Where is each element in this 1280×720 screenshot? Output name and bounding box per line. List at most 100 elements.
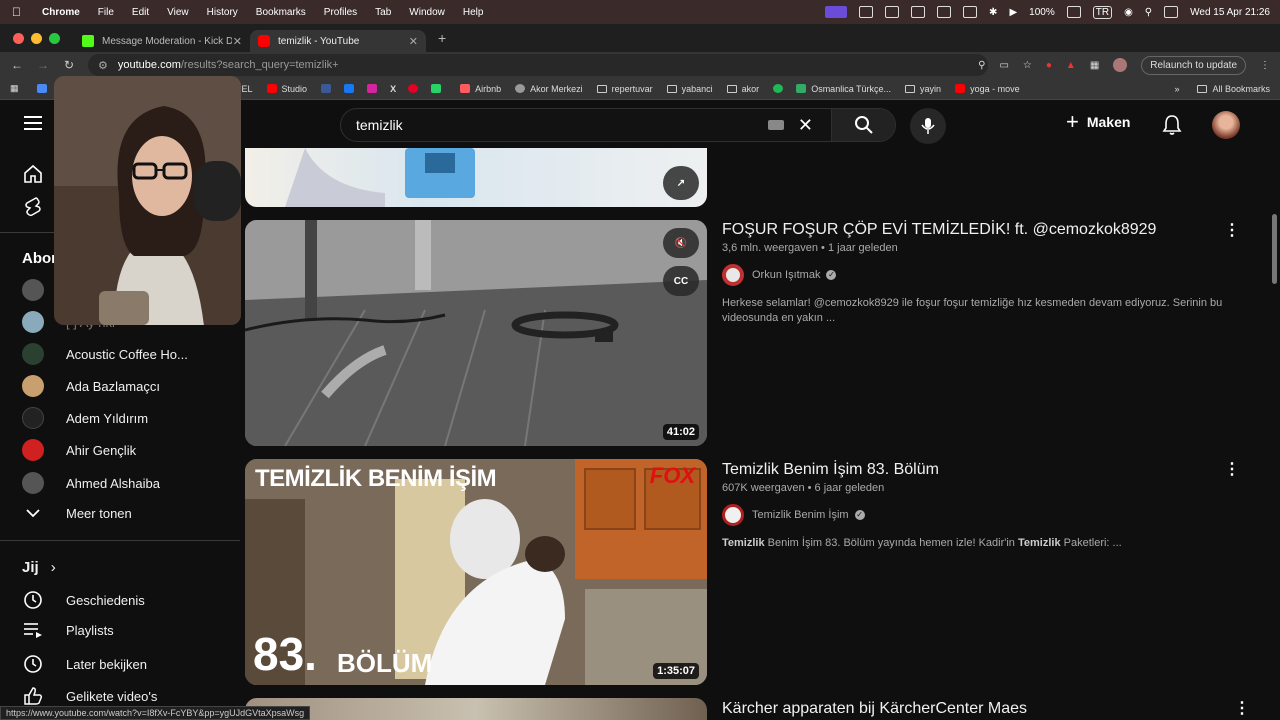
close-window-button[interactable] (13, 32, 24, 44)
sidebar-item-playlists[interactable]: Playlists (22, 622, 114, 638)
screen-share-icon[interactable] (825, 6, 848, 18)
more-actions-icon[interactable]: ⋮ (1234, 698, 1250, 718)
bookmark-instagram[interactable] (367, 84, 382, 93)
you-heading[interactable]: Jij › (22, 559, 56, 576)
scrollbar[interactable] (1272, 214, 1277, 284)
sidebar-item-acoustic-coffee[interactable]: Acoustic Coffee Ho... (22, 343, 188, 365)
video-title[interactable]: Kärcher apparaten bij KärcherCenter Maes (722, 700, 1027, 718)
menu-bookmarks[interactable]: Bookmarks (256, 7, 306, 18)
bookmark-folder-yabanci[interactable]: yabanci (666, 84, 713, 94)
keyboard-icon[interactable] (767, 120, 784, 130)
video-thumbnail[interactable] (245, 698, 707, 720)
create-button[interactable]: + Maken (1066, 111, 1130, 133)
grid-icon[interactable] (963, 6, 978, 18)
bookmark-yoga-move[interactable]: yoga - move (955, 84, 1020, 94)
bookmark-osmanlica[interactable]: Osmanlica Türkçe... (796, 84, 891, 94)
bookmark-airbnb[interactable]: Airbnb (460, 84, 501, 94)
video-thumbnail[interactable]: TEMİZLİK BENİM İŞİM FOX 83. BÖLÜM 1:35:0… (245, 459, 707, 685)
clock[interactable]: Wed 15 Apr 21:26 (1190, 7, 1270, 18)
shorts-icon[interactable] (22, 196, 44, 218)
tab-kick[interactable]: Message Moderation - Kick D ✕ (74, 30, 250, 52)
close-tab-icon[interactable]: ✕ (409, 35, 418, 48)
search-input[interactable]: temizlik (356, 117, 768, 133)
sidebar-item-adem-yildirim[interactable]: Adem Yıldırım (22, 407, 148, 429)
close-tab-icon[interactable]: ✕ (233, 35, 242, 48)
bookmark-x[interactable]: X (390, 84, 396, 94)
bookmark-studio[interactable]: Studio (266, 84, 307, 94)
extensions-puzzle-icon[interactable]: ▦ (1090, 60, 1099, 71)
apple-icon[interactable]:  (12, 5, 28, 19)
notifications-button[interactable] (1162, 114, 1182, 141)
bookmark-star-icon[interactable]: ☆ (1023, 60, 1032, 71)
chrome-menu-icon[interactable]: ⋮ (1260, 60, 1270, 71)
bookmark-pinterest[interactable] (408, 84, 423, 93)
profile-icon[interactable] (1113, 58, 1128, 72)
minimize-window-button[interactable] (31, 32, 42, 44)
bookmark-spotify[interactable] (773, 84, 788, 93)
tab-youtube[interactable]: temizlik - YouTube ✕ (250, 30, 426, 52)
home-icon[interactable] (22, 164, 44, 184)
clear-search-icon[interactable]: ✕ (798, 115, 813, 136)
cast-icon[interactable]: ▭ (999, 60, 1008, 71)
sidebar-item-ahir-genclik[interactable]: Ahir Gençlik (22, 439, 136, 461)
menu-help[interactable]: Help (463, 7, 484, 18)
search-button[interactable] (831, 109, 895, 141)
back-icon[interactable]: ← (4, 58, 30, 72)
zoom-window-button[interactable] (49, 32, 60, 44)
bookmark-icon[interactable] (36, 84, 52, 93)
cloud-icon[interactable] (859, 6, 874, 18)
play-icon[interactable]: ▶ (1009, 7, 1017, 18)
menu-view[interactable]: View (167, 7, 189, 18)
menu-edit[interactable]: Edit (132, 7, 149, 18)
sidebar-item-ahmed-alshaiba[interactable]: Ahmed Alshaiba (22, 472, 160, 494)
video-thumbnail[interactable]: 🔇 CC 41:02 (245, 220, 707, 446)
sidebar-item-liked[interactable]: Gelikete video's (22, 686, 157, 706)
reload-icon[interactable]: ↻ (56, 58, 82, 72)
more-actions-icon[interactable]: ⋮ (1224, 220, 1240, 240)
mute-icon[interactable]: 🔇 (663, 228, 699, 258)
control-center-icon[interactable] (1164, 6, 1179, 18)
relaunch-button[interactable]: Relaunch to update (1141, 55, 1246, 75)
captions-button[interactable]: CC (663, 266, 699, 296)
sidebar-item-history[interactable]: Geschiedenis (22, 590, 145, 610)
battery-icon[interactable] (1066, 6, 1081, 18)
sidebar-item-ada-bazlamacci[interactable]: Ada Bazlamaçcı (22, 375, 160, 397)
menu-chrome[interactable]: Chrome (42, 7, 80, 18)
more-bookmarks-icon[interactable]: » (1174, 84, 1179, 94)
bookmark-folder-repertuvar[interactable]: repertuvar (596, 84, 653, 94)
extension-red-icon[interactable]: ▲ (1066, 60, 1076, 71)
bookmark-green[interactable] (431, 84, 446, 93)
bookmark-folder-yayin[interactable]: yayin (905, 84, 941, 94)
apps-icon[interactable]: ▦ (10, 83, 19, 94)
channel-link[interactable]: Orkun Işıtmak ✓ (722, 264, 837, 286)
new-tab-icon[interactable]: + (438, 30, 446, 46)
menu-icon[interactable] (24, 116, 42, 134)
video-title[interactable]: Temizlik Benim İşim 83. Bölüm (722, 461, 939, 479)
show-more-button[interactable]: Meer tonen (22, 506, 132, 521)
menu-tab[interactable]: Tab (375, 7, 391, 18)
account-avatar[interactable] (1212, 111, 1240, 139)
bookmark-akor-merkezi[interactable]: Akor Merkezi (515, 84, 583, 94)
notion-icon[interactable] (911, 6, 926, 18)
menu-file[interactable]: File (98, 7, 114, 18)
all-bookmarks[interactable]: All Bookmarks (1197, 84, 1270, 94)
notes-icon[interactable] (885, 6, 900, 18)
zoom-icon[interactable]: ⚲ (978, 60, 985, 71)
video-title[interactable]: FOŞUR FOŞUR ÇÖP EVİ TEMİZLEDİK! ft. @cem… (722, 221, 1156, 239)
menu-history[interactable]: History (207, 7, 238, 18)
bookmark-icon[interactable] (321, 84, 336, 93)
site-info-icon[interactable]: ⚙ (98, 59, 108, 72)
bookmark-folder-akor[interactable]: akor (726, 84, 759, 94)
channel-link[interactable]: Temizlik Benim İşim ✓ (722, 504, 865, 526)
open-external-icon[interactable]: ↗ (663, 166, 699, 200)
menu-window[interactable]: Window (409, 7, 445, 18)
menu-profiles[interactable]: Profiles (324, 7, 357, 18)
spotlight-icon[interactable]: ⚲ (1145, 7, 1152, 18)
bluetooth-icon[interactable]: ✱ (989, 7, 997, 18)
forward-icon[interactable]: → (30, 58, 56, 72)
more-actions-icon[interactable]: ⋮ (1224, 459, 1240, 479)
input-language[interactable]: TR (1092, 5, 1113, 19)
calendar-icon[interactable] (937, 6, 952, 18)
battery-percent[interactable]: 100% (1029, 7, 1055, 18)
video-thumbnail[interactable]: ↗ (245, 148, 707, 207)
